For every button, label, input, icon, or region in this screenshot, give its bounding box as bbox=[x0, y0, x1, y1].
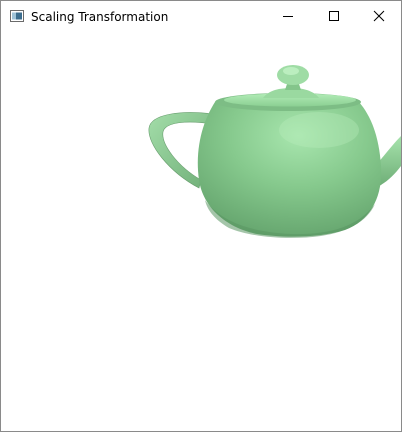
teapot-knob-highlight bbox=[283, 67, 299, 75]
render-viewport[interactable] bbox=[1, 32, 401, 431]
close-button[interactable] bbox=[356, 1, 401, 31]
teapot-render bbox=[148, 65, 401, 238]
app-window-icon bbox=[10, 10, 24, 22]
maximize-icon bbox=[329, 11, 339, 21]
app-window: Scaling Transformation bbox=[0, 0, 402, 432]
minimize-icon bbox=[283, 16, 293, 17]
title-bar[interactable]: Scaling Transformation bbox=[1, 1, 401, 32]
teapot-highlight bbox=[279, 112, 359, 148]
minimize-button[interactable] bbox=[265, 1, 311, 31]
maximize-button[interactable] bbox=[311, 1, 357, 31]
close-icon bbox=[373, 10, 385, 22]
window-title: Scaling Transformation bbox=[31, 10, 169, 24]
